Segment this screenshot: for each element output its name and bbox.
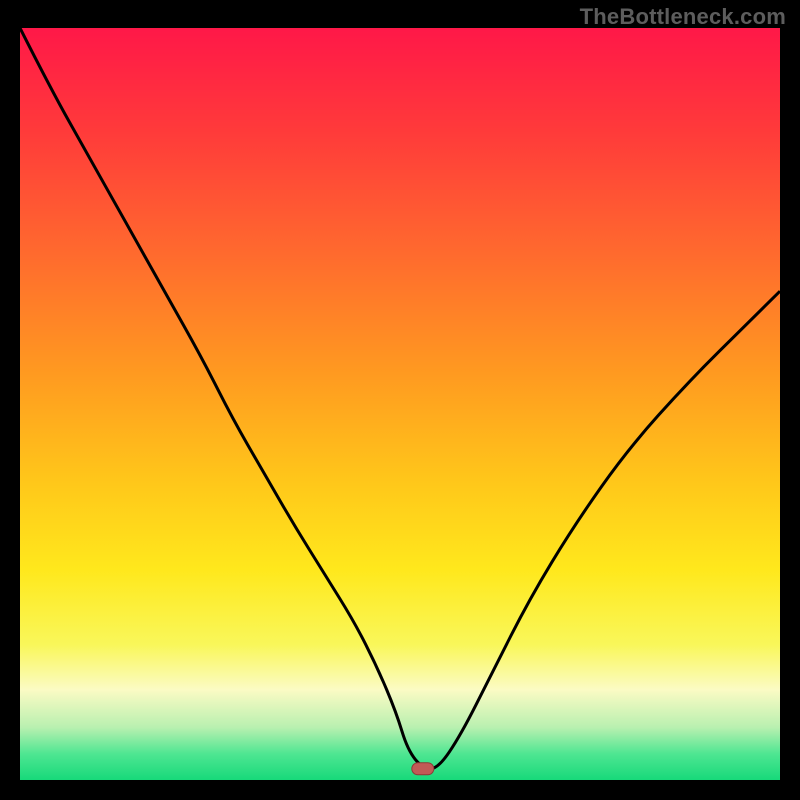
chart-plot-area [20, 28, 780, 780]
chart-frame: TheBottleneck.com [0, 0, 800, 800]
optimal-point-marker [412, 763, 434, 775]
chart-svg [20, 28, 780, 780]
gradient-background [20, 28, 780, 780]
watermark-text: TheBottleneck.com [580, 4, 786, 30]
